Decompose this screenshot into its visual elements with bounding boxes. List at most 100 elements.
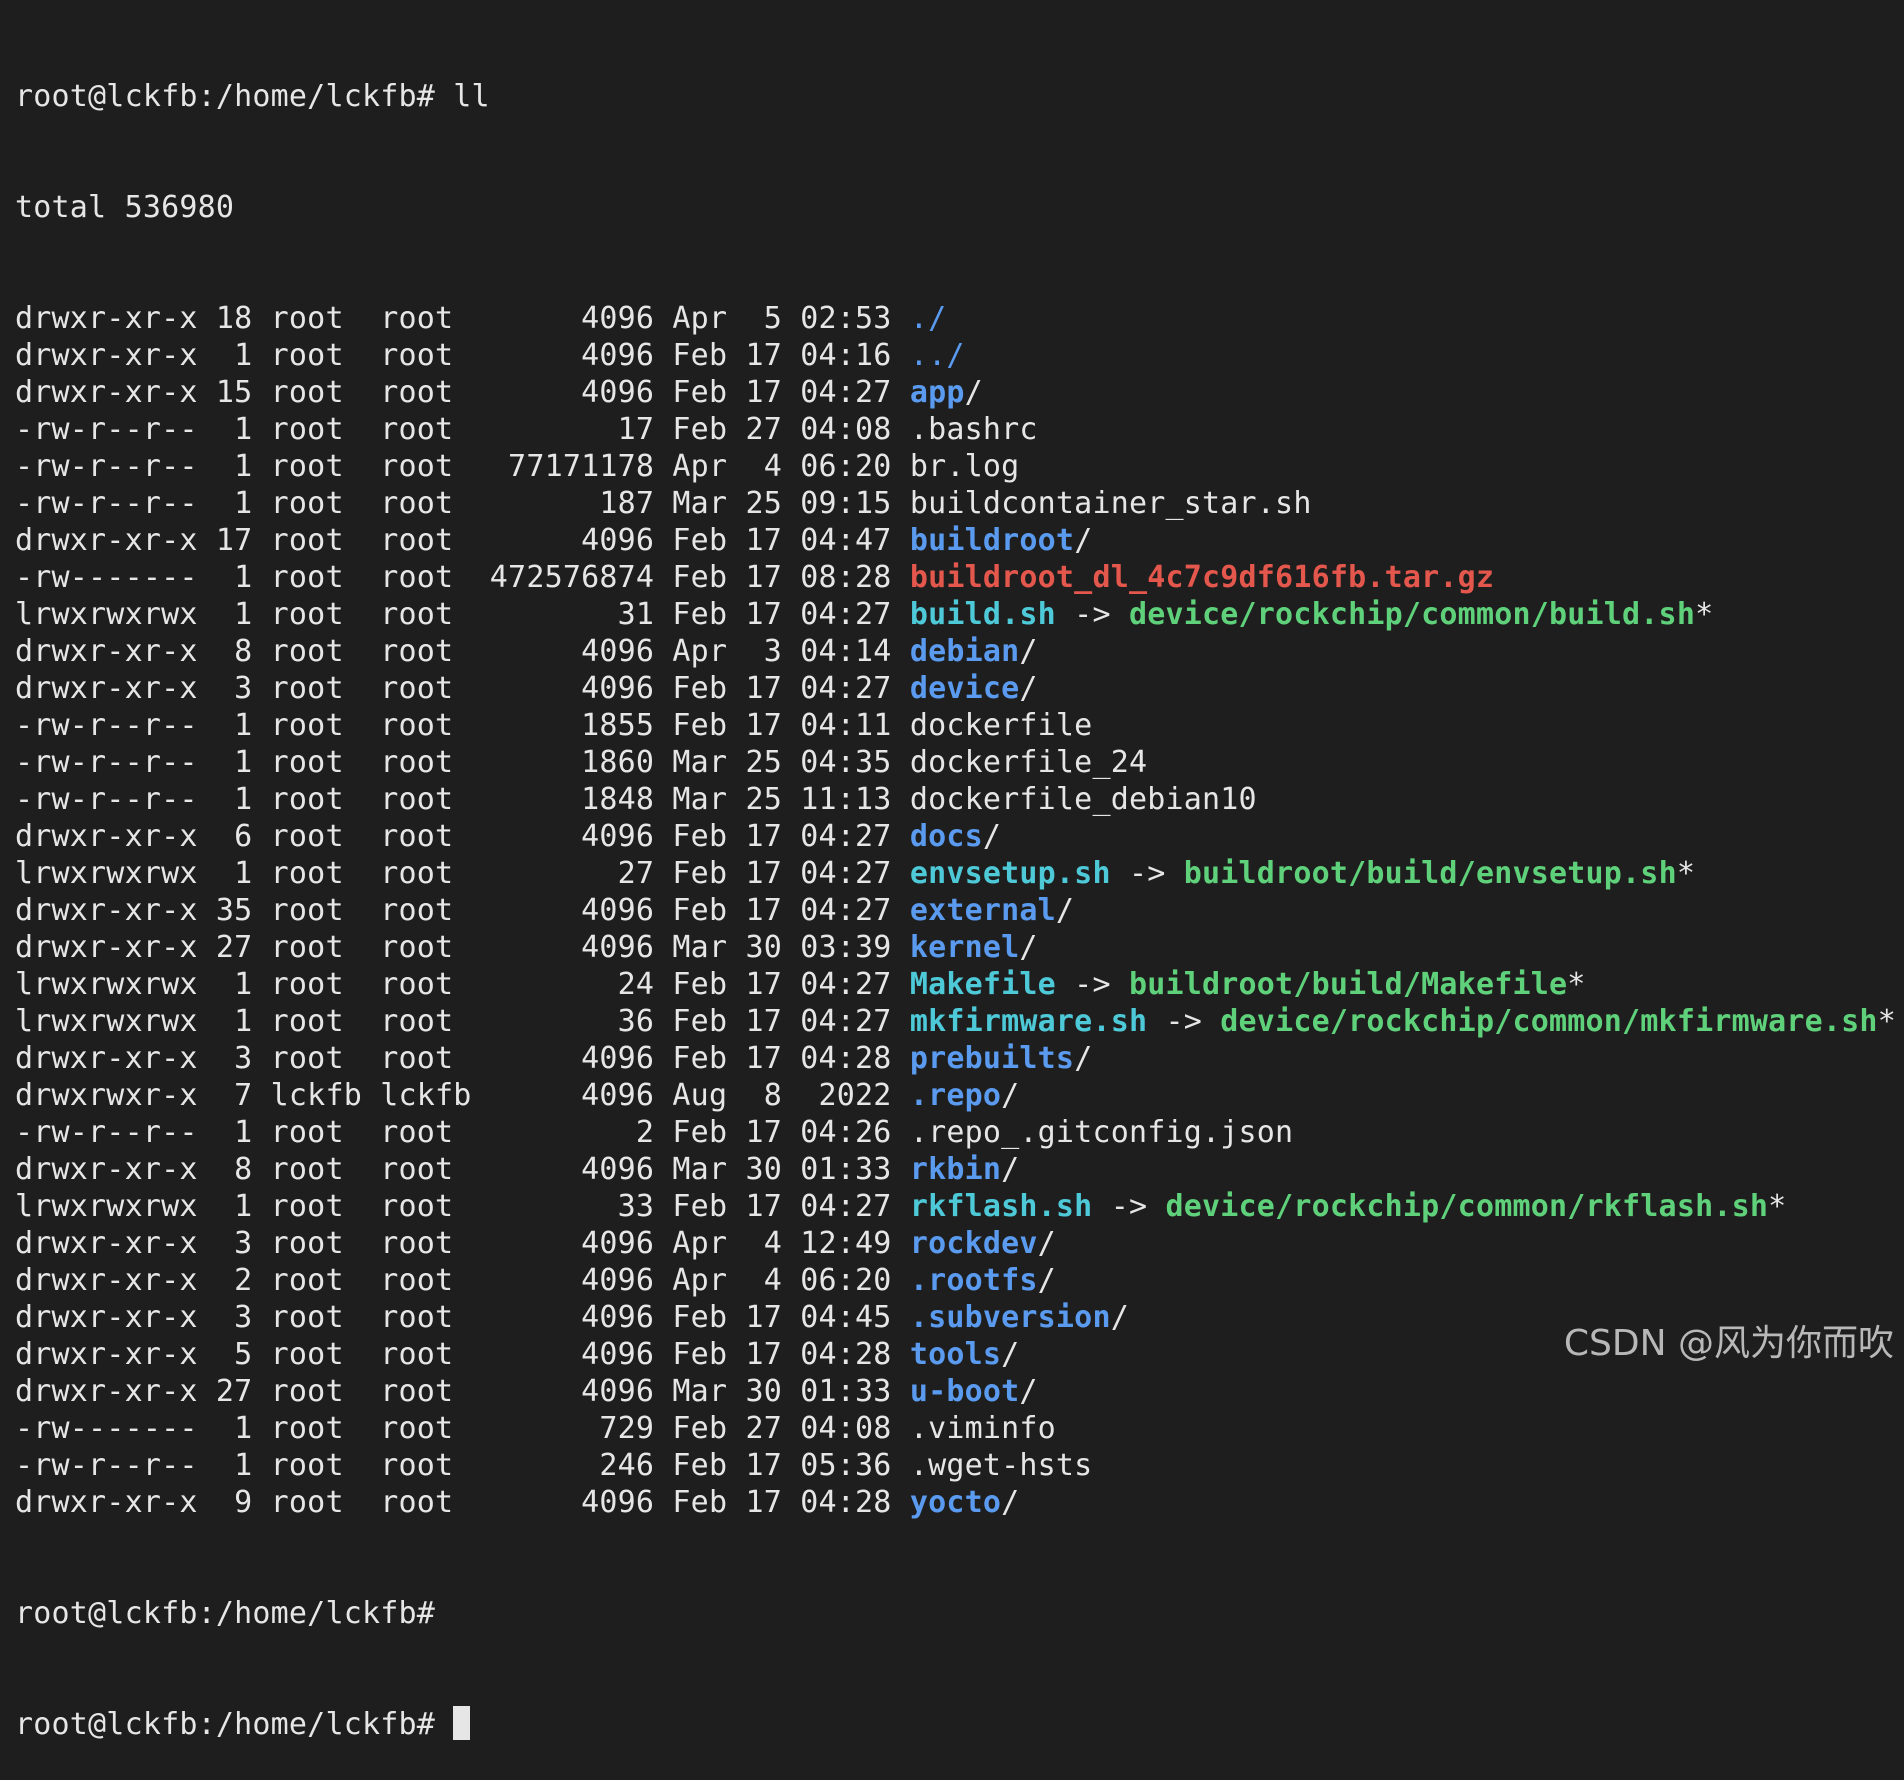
- entry-name[interactable]: tools: [910, 1337, 1001, 1372]
- terminal-output[interactable]: root@lckfb:/home/lckfb# ll total 536980 …: [15, 4, 1896, 1780]
- entry-name[interactable]: br.log: [910, 449, 1020, 484]
- entry-meta: drwxr-xr-x 3 root root 4096 Feb 17 04:28: [15, 1041, 910, 1076]
- listing-row: drwxr-xr-x 15 root root 4096 Feb 17 04:2…: [15, 374, 1895, 411]
- entry-meta: lrwxrwxrwx 1 root root 33 Feb 17 04:27: [15, 1189, 910, 1224]
- entry-name[interactable]: kernel: [910, 930, 1020, 965]
- executable-marker: *: [1676, 856, 1696, 891]
- link-target[interactable]: device/rockchip/common/build.sh: [1129, 597, 1695, 632]
- link-arrow: ->: [1092, 1189, 1166, 1224]
- entry-meta: lrwxrwxrwx 1 root root 24 Feb 17 04:27: [15, 967, 910, 1002]
- active-prompt-line[interactable]: root@lckfb:/home/lckfb#: [15, 1706, 1895, 1743]
- entry-name[interactable]: buildroot: [910, 523, 1074, 558]
- entry-name[interactable]: app: [910, 375, 965, 410]
- entry-name[interactable]: debian: [910, 634, 1020, 669]
- entry-name[interactable]: .viminfo: [910, 1411, 1056, 1446]
- dir-slash: /: [1074, 1041, 1093, 1076]
- link-arrow: ->: [1110, 856, 1184, 891]
- dir-slash: /: [1019, 1374, 1038, 1409]
- entry-name[interactable]: .subversion: [910, 1300, 1111, 1335]
- dir-slash: /: [982, 819, 1002, 854]
- listing-row: drwxr-xr-x 27 root root 4096 Mar 30 03:3…: [15, 929, 1895, 966]
- link-target[interactable]: buildroot/build/Makefile: [1129, 967, 1567, 1002]
- entry-name[interactable]: envsetup.sh: [910, 856, 1111, 891]
- entry-meta: drwxr-xr-x 18 root root 4096 Apr 5 02:53: [15, 301, 910, 336]
- listing-row: -rw-r--r-- 1 root root 187 Mar 25 09:15 …: [15, 485, 1895, 522]
- listing-row: drwxr-xr-x 18 root root 4096 Apr 5 02:53…: [15, 300, 1895, 337]
- link-target[interactable]: buildroot/build/envsetup.sh: [1184, 856, 1677, 891]
- entry-meta: -rw-r--r-- 1 root root 1848 Mar 25 11:13: [15, 782, 910, 817]
- listing-row: drwxr-xr-x 2 root root 4096 Apr 4 06:20 …: [15, 1262, 1895, 1299]
- entry-name[interactable]: .repo: [910, 1078, 1001, 1113]
- listing-row: -rw-r--r-- 1 root root 2 Feb 17 04:26 .r…: [15, 1114, 1895, 1151]
- active-prompt-text: root@lckfb:/home/lckfb#: [15, 1707, 454, 1742]
- entry-name[interactable]: .rootfs: [910, 1263, 1038, 1298]
- entry-name[interactable]: .wget-hsts: [910, 1448, 1093, 1483]
- executable-marker: *: [1695, 597, 1714, 632]
- listing-row: drwxr-xr-x 1 root root 4096 Feb 17 04:16…: [15, 337, 1895, 374]
- entry-meta: drwxr-xr-x 5 root root 4096 Feb 17 04:28: [15, 1337, 910, 1372]
- link-arrow: ->: [1147, 1004, 1221, 1039]
- entry-name[interactable]: buildcontainer_star.sh: [910, 486, 1312, 521]
- listing-row: -rw-r--r-- 1 root root 77171178 Apr 4 06…: [15, 448, 1895, 485]
- prompt-line: root@lckfb:/home/lckfb#: [15, 1596, 436, 1631]
- entry-meta: -rw------- 1 root root 729 Feb 27 04:08: [15, 1411, 910, 1446]
- entry-name[interactable]: rkflash.sh: [910, 1189, 1093, 1224]
- entry-name[interactable]: buildroot_dl_4c7c9df616fb.tar.gz: [910, 560, 1494, 595]
- listing-row: lrwxrwxrwx 1 root root 27 Feb 17 04:27 e…: [15, 855, 1895, 892]
- entry-name[interactable]: device: [910, 671, 1020, 706]
- listing-row: -rw------- 1 root root 729 Feb 27 04:08 …: [15, 1410, 1895, 1447]
- entry-name[interactable]: dockerfile: [910, 708, 1093, 743]
- listing-row: drwxr-xr-x 8 root root 4096 Apr 3 04:14 …: [15, 633, 1895, 670]
- dir-slash: /: [1037, 1226, 1056, 1261]
- dir-slash: /: [1019, 671, 1038, 706]
- dir-slash: /: [1019, 930, 1038, 965]
- link-target[interactable]: device/rockchip/common/mkfirmware.sh: [1220, 1004, 1877, 1039]
- listing-row: -rw-r--r-- 1 root root 1860 Mar 25 04:35…: [15, 744, 1895, 781]
- listing-row: drwxr-xr-x 8 root root 4096 Mar 30 01:33…: [15, 1151, 1895, 1188]
- entry-meta: lrwxrwxrwx 1 root root 36 Feb 17 04:27: [15, 1004, 910, 1039]
- link-arrow: ->: [1055, 597, 1129, 632]
- listing-row: drwxr-xr-x 17 root root 4096 Feb 17 04:4…: [15, 522, 1895, 559]
- entry-meta: drwxr-xr-x 17 root root 4096 Feb 17 04:4…: [15, 523, 910, 558]
- entry-meta: drwxr-xr-x 3 root root 4096 Feb 17 04:27: [15, 671, 910, 706]
- listing-row: lrwxrwxrwx 1 root root 33 Feb 17 04:27 r…: [15, 1188, 1895, 1225]
- entry-meta: drwxrwxr-x 7 lckfb lckfb 4096 Aug 8 2022: [15, 1078, 910, 1113]
- entry-meta: -rw-r--r-- 1 root root 1860 Mar 25 04:35: [15, 745, 910, 780]
- entry-meta: drwxr-xr-x 9 root root 4096 Feb 17 04:28: [15, 1485, 910, 1520]
- entry-name[interactable]: rockdev: [910, 1226, 1038, 1261]
- entry-name[interactable]: .repo_.gitconfig.json: [910, 1115, 1294, 1150]
- entry-meta: lrwxrwxrwx 1 root root 27 Feb 17 04:27: [15, 856, 910, 891]
- entry-name[interactable]: ../: [910, 338, 965, 373]
- entry-name[interactable]: yocto: [910, 1485, 1001, 1520]
- entry-name[interactable]: u-boot: [910, 1374, 1020, 1409]
- entry-meta: drwxr-xr-x 2 root root 4096 Apr 4 06:20: [15, 1263, 910, 1298]
- dir-slash: /: [964, 375, 983, 410]
- entry-name[interactable]: .bashrc: [910, 412, 1038, 447]
- listing-row: -rw-r--r-- 1 root root 1848 Mar 25 11:13…: [15, 781, 1895, 818]
- entry-name[interactable]: external: [910, 893, 1056, 928]
- entry-name[interactable]: prebuilts: [910, 1041, 1074, 1076]
- entry-name[interactable]: docs: [910, 819, 983, 854]
- dir-slash: /: [1001, 1078, 1020, 1113]
- command-line: root@lckfb:/home/lckfb# ll: [15, 79, 490, 114]
- entry-meta: drwxr-xr-x 27 root root 4096 Mar 30 03:3…: [15, 930, 910, 965]
- listing-row: drwxr-xr-x 9 root root 4096 Feb 17 04:28…: [15, 1484, 1895, 1521]
- dir-slash: /: [1019, 634, 1038, 669]
- entry-meta: drwxr-xr-x 3 root root 4096 Apr 4 12:49: [15, 1226, 910, 1261]
- entry-name[interactable]: dockerfile_debian10: [910, 782, 1257, 817]
- listing-row: -rw------- 1 root root 472576874 Feb 17 …: [15, 559, 1895, 596]
- entry-name[interactable]: ./: [910, 301, 947, 336]
- entry-name[interactable]: dockerfile_24: [910, 745, 1147, 780]
- entry-meta: -rw-r--r-- 1 root root 1855 Feb 17 04:11: [15, 708, 910, 743]
- entry-meta: drwxr-xr-x 35 root root 4096 Feb 17 04:2…: [15, 893, 910, 928]
- entry-name[interactable]: mkfirmware.sh: [910, 1004, 1147, 1039]
- entry-meta: drwxr-xr-x 8 root root 4096 Mar 30 01:33: [15, 1152, 910, 1187]
- entry-meta: -rw-r--r-- 1 root root 2 Feb 17 04:26: [15, 1115, 910, 1150]
- entry-name[interactable]: rkbin: [910, 1152, 1001, 1187]
- entry-name[interactable]: Makefile: [910, 967, 1056, 1002]
- listing-row: -rw-r--r-- 1 root root 17 Feb 27 04:08 .…: [15, 411, 1895, 448]
- link-target[interactable]: device/rockchip/common/rkflash.sh: [1166, 1189, 1769, 1224]
- listing-row: drwxr-xr-x 35 root root 4096 Feb 17 04:2…: [15, 892, 1895, 929]
- entry-meta: drwxr-xr-x 8 root root 4096 Apr 3 04:14: [15, 634, 910, 669]
- entry-name[interactable]: build.sh: [910, 597, 1056, 632]
